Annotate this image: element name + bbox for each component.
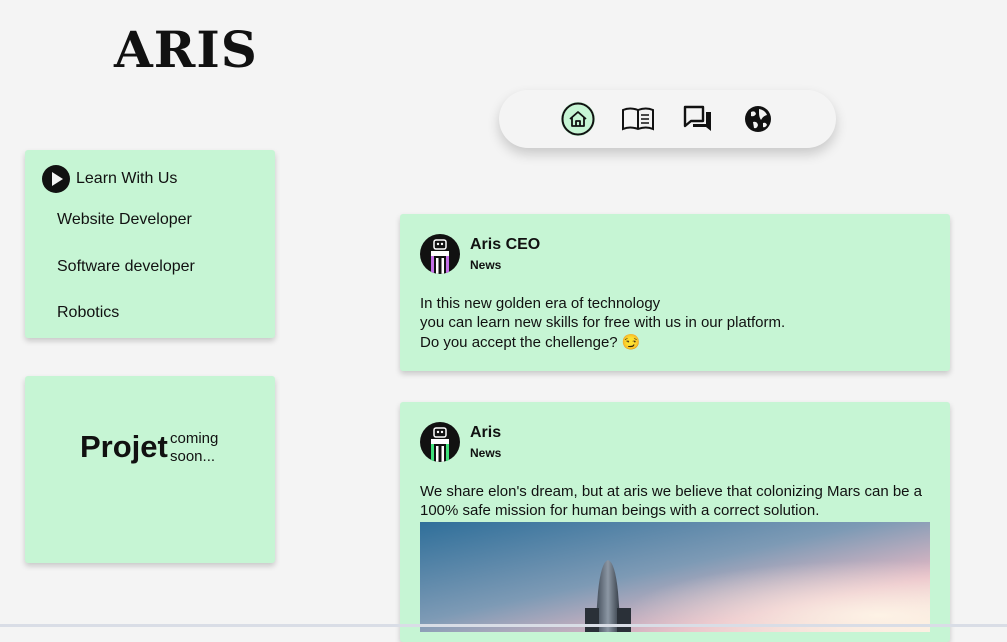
nav-world-button[interactable] [741, 102, 775, 136]
post-author[interactable]: Aris [470, 424, 501, 442]
book-icon [621, 107, 654, 131]
play-icon [42, 165, 70, 193]
learn-item-robotics[interactable]: Robotics [57, 304, 119, 322]
post-tag: News [470, 446, 502, 460]
avatar [420, 422, 460, 462]
nav-chat-button[interactable] [681, 102, 715, 136]
learn-item-website[interactable]: Website Developer [57, 211, 192, 229]
post-tag: News [470, 258, 502, 272]
nav-home-button[interactable] [560, 102, 595, 136]
post-text: We share elon's dream, but at aris we be… [420, 483, 923, 519]
post-image-starship [420, 522, 930, 632]
post-line: In this new golden era of technology [420, 295, 661, 312]
post-line: Do you accept the chellenge? 😏 [420, 334, 641, 351]
project-subtitle: coming soon... [170, 430, 219, 465]
post-line: you can learn new skills for free with u… [420, 314, 786, 331]
globe-icon [744, 106, 771, 132]
learn-card: Learn With Us Website Developer Software… [25, 150, 275, 338]
project-card: Projet coming soon... [25, 376, 275, 563]
post-card: Aris CEO News In this new golden era of … [400, 214, 950, 371]
logo: ARIS [114, 20, 258, 79]
robot-icon [431, 239, 449, 274]
chat-icon [683, 105, 711, 131]
post-author[interactable]: Aris CEO [470, 236, 540, 254]
avatar [420, 234, 460, 274]
learn-item-software[interactable]: Software developer [57, 258, 195, 276]
main-nav [499, 90, 836, 148]
learn-heading-label: Learn With Us [76, 170, 178, 187]
learn-heading[interactable]: Learn With Us [41, 164, 177, 194]
robot-icon [431, 427, 449, 462]
home-icon [560, 102, 595, 136]
post-card: Aris News We share elon's dream, but at … [400, 402, 950, 642]
post-text: In this new golden era of technology you… [420, 294, 930, 352]
project-title: Projet [80, 429, 168, 464]
nav-learn-button[interactable] [621, 102, 655, 136]
